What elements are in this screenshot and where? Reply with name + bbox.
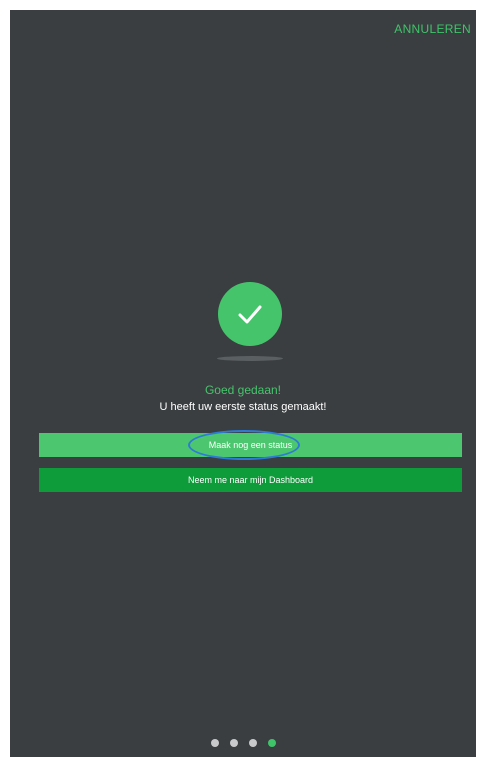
badge-shadow [217,356,283,361]
cancel-button[interactable]: ANNULEREN [394,22,471,36]
dashboard-button[interactable]: Neem me naar mijn Dashboard [39,468,462,492]
onboarding-screen: ANNULEREN Goed gedaan! U heeft uw eerste… [10,10,476,757]
success-badge [218,282,282,346]
page-indicator [10,739,476,747]
page-dot-1[interactable] [210,739,219,747]
success-subtitle: U heeft uw eerste status gemaakt! [159,401,327,413]
page-dot-3[interactable] [248,739,257,747]
page-dot-2[interactable] [229,739,238,747]
success-title: Goed gedaan! [204,383,282,397]
checkmark-icon [238,305,262,324]
annotation-circle [188,430,300,460]
page-dot-4[interactable] [267,739,276,747]
